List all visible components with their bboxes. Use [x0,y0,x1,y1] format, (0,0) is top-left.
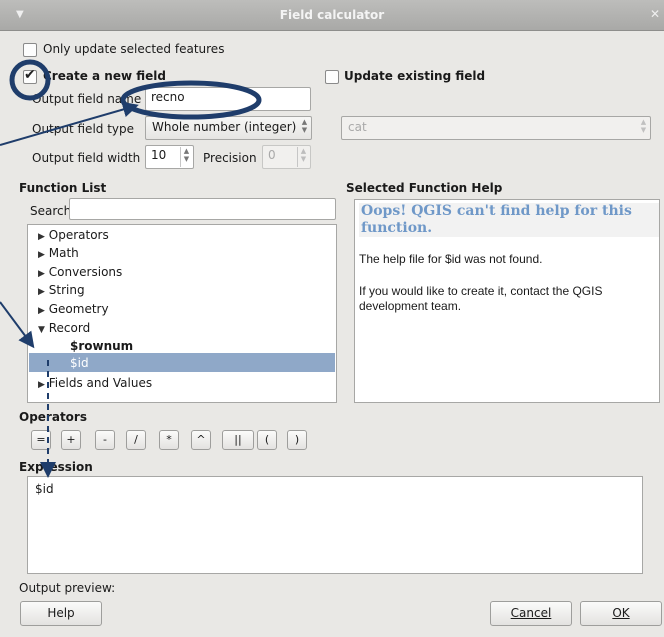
annotation-arrow-tree [0,301,35,349]
annotation-arrowhead [40,462,56,478]
annotation-arrow-field-name [0,101,139,146]
annotation-overlay [0,59,262,478]
annotation-ellipse-field-name [120,80,262,120]
annotation-circle-checkbox [9,59,51,101]
